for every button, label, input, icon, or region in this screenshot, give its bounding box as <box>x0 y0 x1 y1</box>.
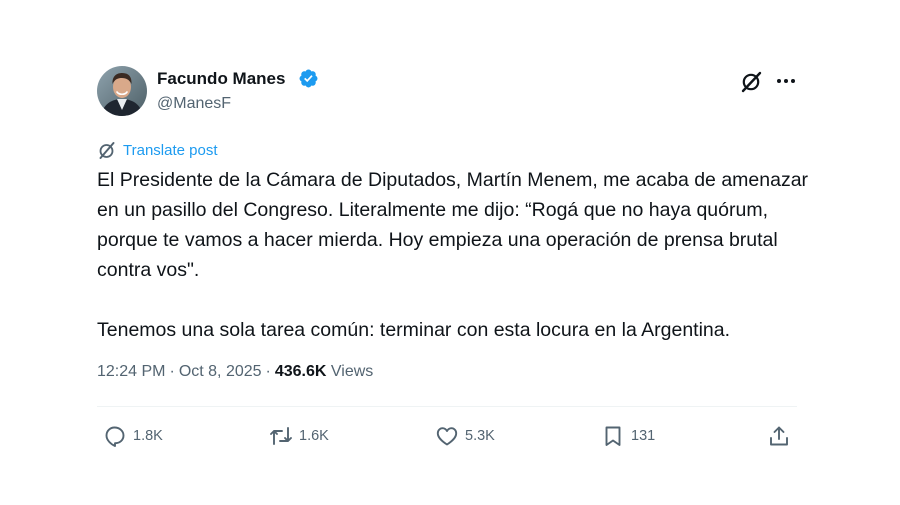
reply-count: 1.8K <box>133 428 163 444</box>
post-card: Facundo Manes @ManesF Translate post El … <box>0 0 900 505</box>
display-name[interactable]: Facundo Manes <box>157 69 285 89</box>
repost-button[interactable]: 1.6K <box>269 422 329 450</box>
meta-separator: · <box>265 363 271 380</box>
translate-label: Translate post <box>123 141 218 159</box>
handle[interactable]: @ManesF <box>157 95 231 113</box>
grok-icon[interactable] <box>739 68 765 94</box>
tweet-time[interactable]: 12:24 PM <box>97 363 165 380</box>
translate-icon <box>99 142 115 159</box>
tweet-paragraph: Tenemos una sola tarea común: terminar c… <box>97 319 731 341</box>
translate-post-link[interactable]: Translate post <box>97 139 218 161</box>
verified-badge-icon <box>299 69 318 88</box>
repost-icon <box>270 427 292 445</box>
meta-separator: · <box>169 363 175 380</box>
more-icon[interactable] <box>773 68 799 94</box>
avatar-image <box>97 66 147 116</box>
views-count: 436.6K <box>274 363 327 380</box>
avatar[interactable] <box>97 66 147 116</box>
share-icon <box>770 426 788 446</box>
tweet-paragraph: El Presidente de la Cámara de Diputados,… <box>97 169 809 281</box>
bookmark-icon <box>605 426 621 446</box>
tweet-date[interactable]: Oct 8, 2025 <box>179 363 262 380</box>
divider <box>97 406 797 407</box>
heart-icon <box>436 427 458 446</box>
tweet-text: El Presidente de la Cámara de Diputados,… <box>97 165 817 345</box>
share-button[interactable] <box>767 422 791 450</box>
like-count: 5.3K <box>465 428 495 444</box>
views-label: Views <box>330 363 374 380</box>
bookmark-button[interactable]: 131 <box>601 422 655 450</box>
tweet-meta: 12:24 PM · Oct 8, 2025 · 436.6K Views <box>97 363 373 385</box>
bookmark-count: 131 <box>631 428 656 444</box>
like-button[interactable]: 5.3K <box>435 422 495 450</box>
action-bar: 1.8K 1.6K 5.3K 131 <box>97 422 800 450</box>
reply-button[interactable]: 1.8K <box>103 422 163 450</box>
repost-count: 1.6K <box>299 428 329 444</box>
reply-icon <box>105 426 125 447</box>
